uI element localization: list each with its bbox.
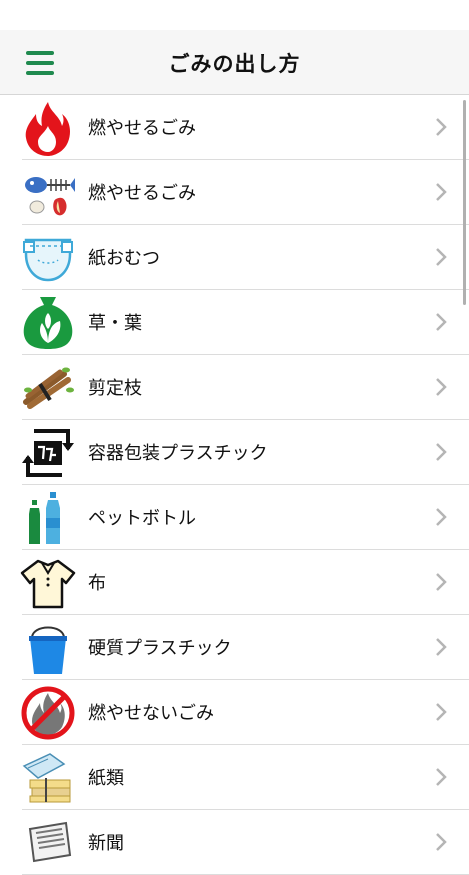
chevron-right-icon <box>436 443 447 461</box>
chevron-right-icon <box>436 833 447 851</box>
shirt-icon <box>20 555 76 611</box>
fish-bones-icon <box>20 165 76 221</box>
list-item-plastic-packaging[interactable]: 容器包装プラスチック <box>0 420 469 485</box>
chevron-right-icon <box>436 313 447 331</box>
item-label: 硬質プラスチック <box>88 638 232 659</box>
item-label: 草・葉 <box>88 313 142 334</box>
item-label: ペットボトル <box>88 508 196 529</box>
item-label: 燃やせるごみ <box>88 118 196 139</box>
list-item-pet-bottle[interactable]: ペットボトル <box>0 485 469 550</box>
status-bar <box>0 0 469 30</box>
chevron-right-icon <box>436 638 447 656</box>
chevron-right-icon <box>436 508 447 526</box>
flame-icon <box>20 100 76 156</box>
navigation-bar: ごみの出し方 <box>0 30 469 95</box>
diaper-icon <box>20 230 76 286</box>
branches-icon <box>20 360 76 416</box>
plastic-recycle-icon <box>20 425 76 481</box>
item-label: 剪定枝 <box>88 378 142 399</box>
list-item-diaper[interactable]: 紙おむつ <box>0 225 469 290</box>
list-item-grass-leaves[interactable]: 草・葉 <box>0 290 469 355</box>
chevron-right-icon <box>436 183 447 201</box>
list-item-hard-plastic[interactable]: 硬質プラスチック <box>0 615 469 680</box>
paper-bundle-icon <box>20 750 76 806</box>
list-item-burnable-1[interactable]: 燃やせるごみ <box>0 95 469 160</box>
bucket-icon <box>20 620 76 676</box>
item-label: 新聞 <box>88 833 124 854</box>
chevron-right-icon <box>436 768 447 786</box>
list-item-pruned-branches[interactable]: 剪定枝 <box>0 355 469 420</box>
item-label: 紙おむつ <box>88 248 160 269</box>
item-label: 燃やせるごみ <box>88 183 196 204</box>
item-label: 布 <box>88 573 106 594</box>
no-burn-icon <box>20 685 76 741</box>
item-label: 紙類 <box>88 768 124 789</box>
chevron-right-icon <box>436 248 447 266</box>
list-item-non-burnable[interactable]: 燃やせないごみ <box>0 680 469 745</box>
chevron-right-icon <box>436 378 447 396</box>
chevron-right-icon <box>436 573 447 591</box>
list-item-paper[interactable]: 紙類 <box>0 745 469 810</box>
garbage-category-list: 燃やせるごみ 燃やせるごみ 紙おむつ 草・葉 剪定枝 容器包装プラスチック ペッ… <box>0 95 469 875</box>
list-item-burnable-2[interactable]: 燃やせるごみ <box>0 160 469 225</box>
chevron-right-icon <box>436 703 447 721</box>
list-item-cloth[interactable]: 布 <box>0 550 469 615</box>
leaf-bag-icon <box>20 295 76 351</box>
item-label: 容器包装プラスチック <box>88 443 268 464</box>
item-label: 燃やせないごみ <box>88 703 214 724</box>
page-title: ごみの出し方 <box>168 52 301 76</box>
chevron-right-icon <box>436 118 447 136</box>
pet-bottle-icon <box>20 490 76 546</box>
newspaper-icon <box>20 815 76 871</box>
scrollbar[interactable] <box>463 100 466 305</box>
list-item-newspaper[interactable]: 新聞 <box>0 810 469 875</box>
